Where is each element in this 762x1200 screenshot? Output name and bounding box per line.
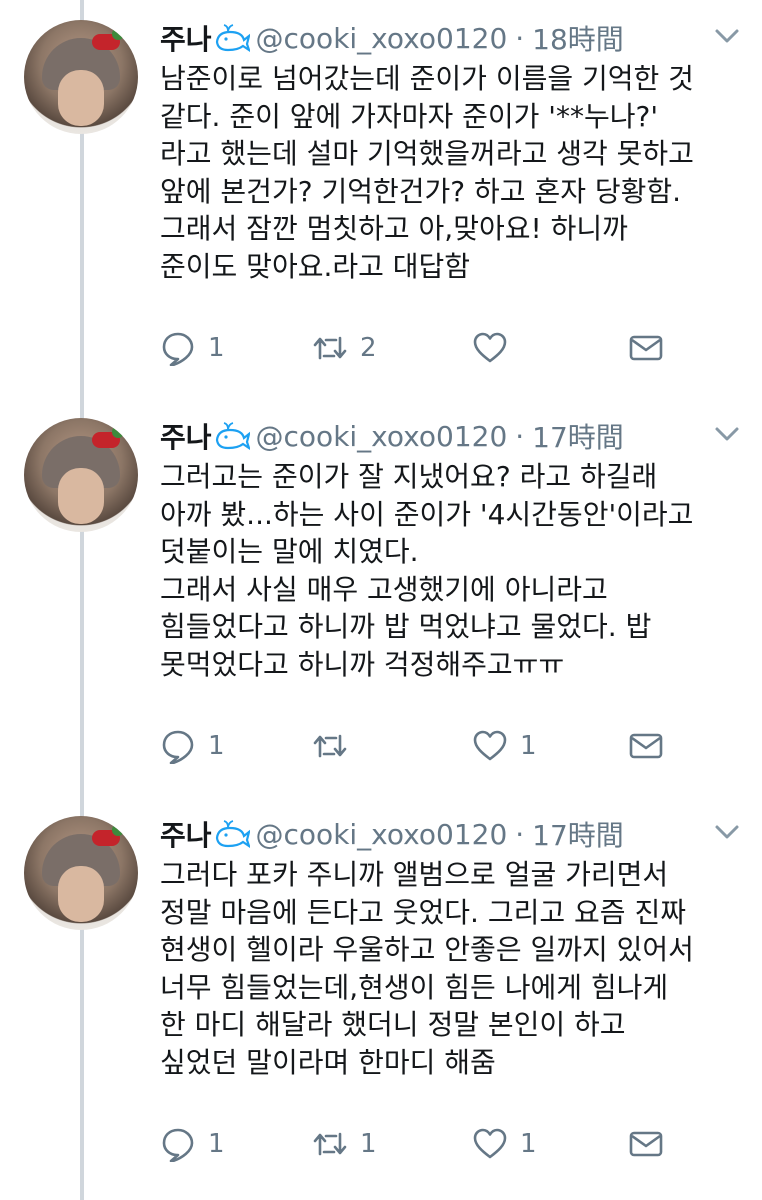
- retweet-icon: [313, 1132, 347, 1156]
- reply-button[interactable]: 1: [160, 1124, 225, 1164]
- reply-count: 1: [208, 1129, 225, 1159]
- like-count: 1: [520, 731, 537, 761]
- user-handle[interactable]: @cooki_xoxo0120: [256, 22, 508, 55]
- reply-button[interactable]: 1: [160, 726, 225, 766]
- reply-count: 1: [208, 333, 225, 363]
- tweet-text: 그러다 포카 주니까 앨범으로 얼굴 가리면서 정말 마음에 든다고 웃었다. …: [160, 858, 694, 1079]
- avatar[interactable]: [24, 20, 138, 134]
- tweet-header: 주나 @cooki_xoxo0120 · 17時間: [160, 814, 730, 854]
- tweet-text: 그러고는 준이가 잘 지냈어요? 라고 하길래 아까 봤...하는 사이 준이가…: [160, 460, 694, 681]
- tweet-header: 주나 @cooki_xoxo0120 · 17時間: [160, 416, 730, 456]
- direct-message-button[interactable]: [628, 1124, 664, 1164]
- reply-count: 1: [208, 731, 225, 761]
- tweet-text: 남준이로 넘어갔는데 준이가 이름을 기억한 것 같다. 준이 앞에 가자마자 …: [160, 62, 694, 283]
- like-button[interactable]: [472, 328, 520, 368]
- avatar[interactable]: [24, 816, 138, 930]
- like-button[interactable]: 1: [472, 726, 537, 766]
- heart-icon: [473, 1128, 507, 1159]
- timestamp[interactable]: 18時間: [532, 18, 624, 58]
- reply-icon: [162, 332, 194, 366]
- separator-dot: ·: [515, 419, 525, 453]
- like-count: 1: [520, 1129, 537, 1159]
- display-name[interactable]: 주나: [160, 416, 212, 456]
- retweet-icon: [313, 734, 347, 758]
- reply-button[interactable]: 1: [160, 328, 225, 368]
- whale-icon: [215, 820, 250, 848]
- direct-message-button[interactable]: [628, 726, 664, 766]
- tweet-actions: 1 1: [160, 726, 720, 766]
- display-name[interactable]: 주나: [160, 18, 212, 58]
- tweet[interactable]: 주나 @cooki_xoxo0120 · 18時間 남준이로 넘어갔는데 준이가…: [0, 0, 762, 400]
- reply-icon: [162, 1128, 194, 1162]
- whale-icon: [215, 24, 250, 52]
- envelope-icon: [629, 1131, 663, 1157]
- chevron-down-icon[interactable]: [714, 822, 740, 842]
- tweet-actions: 1 1 1: [160, 1124, 720, 1164]
- timestamp[interactable]: 17時間: [532, 814, 624, 854]
- retweet-icon: [313, 336, 347, 360]
- retweet-button[interactable]: [312, 726, 360, 766]
- separator-dot: ·: [515, 817, 525, 851]
- heart-icon: [473, 730, 507, 761]
- separator-dot: ·: [515, 21, 525, 55]
- retweet-count: 1: [360, 1129, 377, 1159]
- retweet-button[interactable]: 2: [312, 328, 377, 368]
- retweet-count: 2: [360, 333, 377, 363]
- whale-icon: [215, 422, 250, 450]
- timestamp[interactable]: 17時間: [532, 416, 624, 456]
- envelope-icon: [629, 335, 663, 361]
- retweet-button[interactable]: 1: [312, 1124, 377, 1164]
- envelope-icon: [629, 733, 663, 759]
- tweet-header: 주나 @cooki_xoxo0120 · 18時間: [160, 18, 730, 58]
- display-name[interactable]: 주나: [160, 814, 212, 854]
- like-button[interactable]: 1: [472, 1124, 537, 1164]
- user-handle[interactable]: @cooki_xoxo0120: [256, 420, 508, 453]
- chevron-down-icon[interactable]: [714, 26, 740, 46]
- tweet-actions: 1 2: [160, 328, 720, 368]
- tweet[interactable]: 주나 @cooki_xoxo0120 · 17時間 그러고는 준이가 잘 지냈어…: [0, 398, 762, 798]
- avatar[interactable]: [24, 418, 138, 532]
- chevron-down-icon[interactable]: [714, 424, 740, 444]
- user-handle[interactable]: @cooki_xoxo0120: [256, 818, 508, 851]
- reply-icon: [162, 730, 194, 764]
- tweet[interactable]: 주나 @cooki_xoxo0120 · 17時間 그러다 포카 주니까 앨범으…: [0, 796, 762, 1196]
- heart-icon: [473, 332, 507, 363]
- direct-message-button[interactable]: [628, 328, 664, 368]
